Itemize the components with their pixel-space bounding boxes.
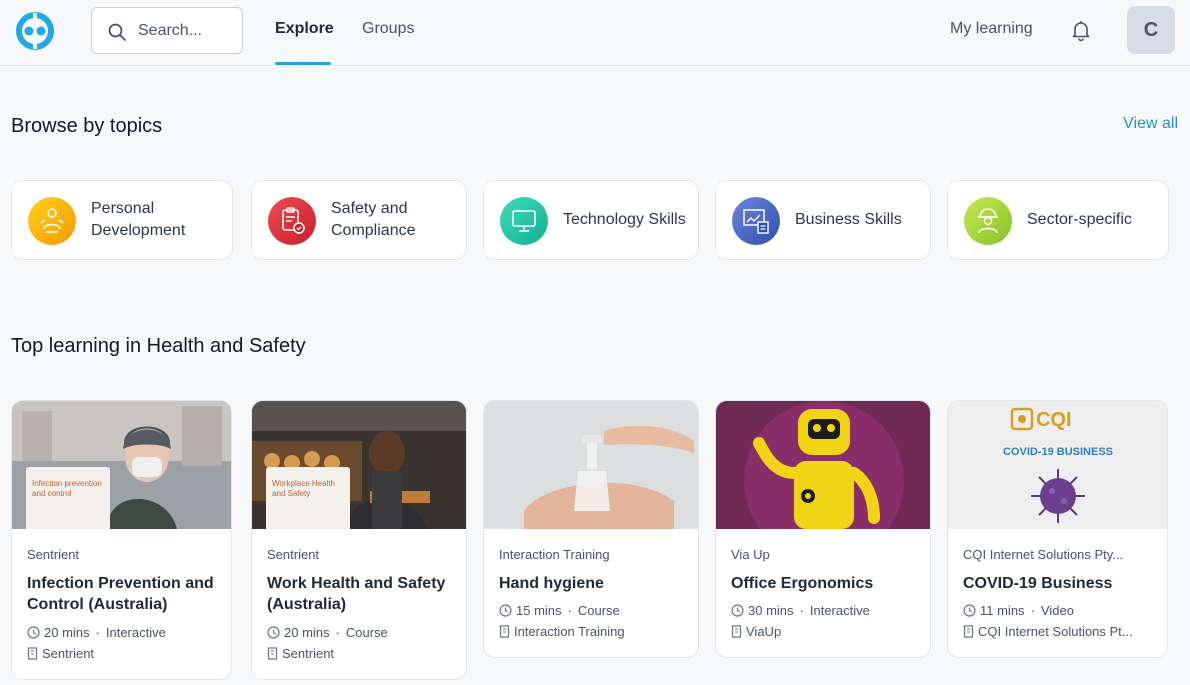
course-thumbnail: Workplace Health and Safety xyxy=(252,401,466,529)
clock-icon xyxy=(963,604,976,617)
separator-dot: · xyxy=(95,625,100,640)
clock-icon xyxy=(731,604,744,617)
bell-icon[interactable] xyxy=(1069,18,1093,42)
course-publisher-row: CQI Internet Solutions Pt... xyxy=(963,624,1133,639)
worker-icon xyxy=(964,197,1012,245)
course-thumbnail xyxy=(484,401,698,529)
course-provider: Interaction Training xyxy=(499,547,610,562)
course-card-work-health-safety[interactable]: Workplace Health and Safety Sentrient Wo… xyxy=(251,400,467,680)
course-thumbnail: Infection prevention and control xyxy=(12,401,231,529)
separator-dot: · xyxy=(1030,603,1035,618)
course-card-hand-hygiene[interactable]: Interaction Training Hand hygiene 15 min… xyxy=(483,400,699,658)
topic-card-sector-specific[interactable]: Sector-specific xyxy=(947,180,1169,260)
course-duration: 11 mins xyxy=(980,603,1025,618)
course-duration: 20 mins xyxy=(284,625,330,640)
thumbnail-headline: COVID-19 BUSINESS xyxy=(1003,446,1113,458)
course-thumbnail xyxy=(716,401,930,529)
separator-dot: · xyxy=(335,625,340,640)
tab-explore[interactable]: Explore xyxy=(275,20,334,38)
building-icon xyxy=(963,625,974,638)
thumbnail-caption: Workplace Health and Safety xyxy=(266,467,350,529)
topic-label: Personal Development xyxy=(91,200,186,239)
topic-label: Safety and Compliance xyxy=(331,200,416,239)
person-growth-icon xyxy=(28,197,76,245)
section-title-topics: Browse by topics xyxy=(11,115,163,137)
monitor-icon xyxy=(500,197,548,245)
course-duration: 30 mins xyxy=(748,603,794,618)
thumbnail-caption: Infection prevention and control xyxy=(26,467,110,529)
course-publisher-row: Interaction Training xyxy=(499,624,625,639)
course-duration: 15 mins xyxy=(516,603,562,618)
course-publisher: ViaUp xyxy=(746,624,782,639)
clock-icon xyxy=(499,604,512,617)
search-icon xyxy=(108,23,126,41)
clock-icon xyxy=(267,626,280,639)
course-publisher: Sentrient xyxy=(282,646,335,661)
course-card-office-ergonomics[interactable]: Via Up Office Ergonomics 30 mins · Inter… xyxy=(715,400,931,658)
thumbnail-brand: CQI xyxy=(1036,409,1072,431)
topic-card-personal-development[interactable]: Personal Development xyxy=(11,180,233,260)
topic-card-technology-skills[interactable]: Technology Skills xyxy=(483,180,699,260)
course-type: Course xyxy=(345,625,388,640)
section-title-health-safety: Top learning in Health and Safety xyxy=(11,335,306,357)
my-learning-link[interactable]: My learning xyxy=(950,20,1033,38)
course-publisher: Sentrient xyxy=(42,646,95,661)
course-duration-row: 30 mins · Interactive xyxy=(731,603,870,618)
building-icon xyxy=(267,647,278,660)
building-icon xyxy=(499,625,510,638)
course-publisher-row: ViaUp xyxy=(731,624,781,639)
course-provider: Via Up xyxy=(731,547,770,562)
course-type: Interactive xyxy=(809,603,870,618)
course-title[interactable]: Hand hygiene xyxy=(499,573,689,594)
search-input[interactable] xyxy=(138,18,238,44)
course-thumbnail: CQI COVID-19 BUSINESS xyxy=(948,401,1167,529)
course-publisher: Interaction Training xyxy=(514,624,625,639)
topic-label: Technology Skills xyxy=(563,211,686,228)
building-icon xyxy=(731,625,742,638)
separator-dot: · xyxy=(799,603,804,618)
view-all-link[interactable]: View all xyxy=(1123,115,1178,133)
top-navigation-bar: Explore Groups My learning C xyxy=(0,0,1190,66)
chart-board-icon xyxy=(732,197,780,245)
course-duration-row: 20 mins · Interactive xyxy=(27,625,166,640)
course-title[interactable]: COVID-19 Business xyxy=(963,573,1153,594)
course-publisher-row: Sentrient xyxy=(27,646,94,661)
course-duration: 20 mins xyxy=(44,625,90,640)
search-box[interactable] xyxy=(91,7,243,54)
topic-label: Sector-specific xyxy=(1027,211,1132,228)
course-title[interactable]: Office Ergonomics xyxy=(731,573,921,594)
app-logo-icon[interactable] xyxy=(15,11,55,51)
course-title[interactable]: Infection Prevention and Control (Austra… xyxy=(27,573,222,615)
course-type: Video xyxy=(1040,603,1074,618)
course-duration-row: 11 mins · Video xyxy=(963,603,1074,618)
course-type: Course xyxy=(577,603,620,618)
topic-card-safety-compliance[interactable]: Safety and Compliance xyxy=(251,180,467,260)
course-publisher: CQI Internet Solutions Pt... xyxy=(978,624,1133,639)
course-card-covid-19-business[interactable]: CQI COVID-19 BUSINESS CQI Internet Solut… xyxy=(947,400,1168,658)
course-duration-row: 15 mins · Course xyxy=(499,603,620,618)
topic-card-business-skills[interactable]: Business Skills xyxy=(715,180,931,260)
clock-icon xyxy=(27,626,40,639)
course-duration-row: 20 mins · Course xyxy=(267,625,388,640)
course-provider: Sentrient xyxy=(27,547,80,562)
clipboard-check-icon xyxy=(268,197,316,245)
course-card-infection-prevention[interactable]: Infection prevention and control Sentrie… xyxy=(11,400,232,680)
active-tab-indicator xyxy=(275,62,331,65)
separator-dot: · xyxy=(567,603,572,618)
building-icon xyxy=(27,647,38,660)
course-publisher-row: Sentrient xyxy=(267,646,334,661)
course-provider: CQI Internet Solutions Pty... xyxy=(963,547,1124,562)
course-provider: Sentrient xyxy=(267,547,320,562)
topic-label: Business Skills xyxy=(795,211,902,228)
tab-groups[interactable]: Groups xyxy=(362,20,414,38)
course-title[interactable]: Work Health and Safety (Australia) xyxy=(267,573,457,615)
course-type: Interactive xyxy=(105,625,166,640)
avatar[interactable]: C xyxy=(1127,6,1175,54)
